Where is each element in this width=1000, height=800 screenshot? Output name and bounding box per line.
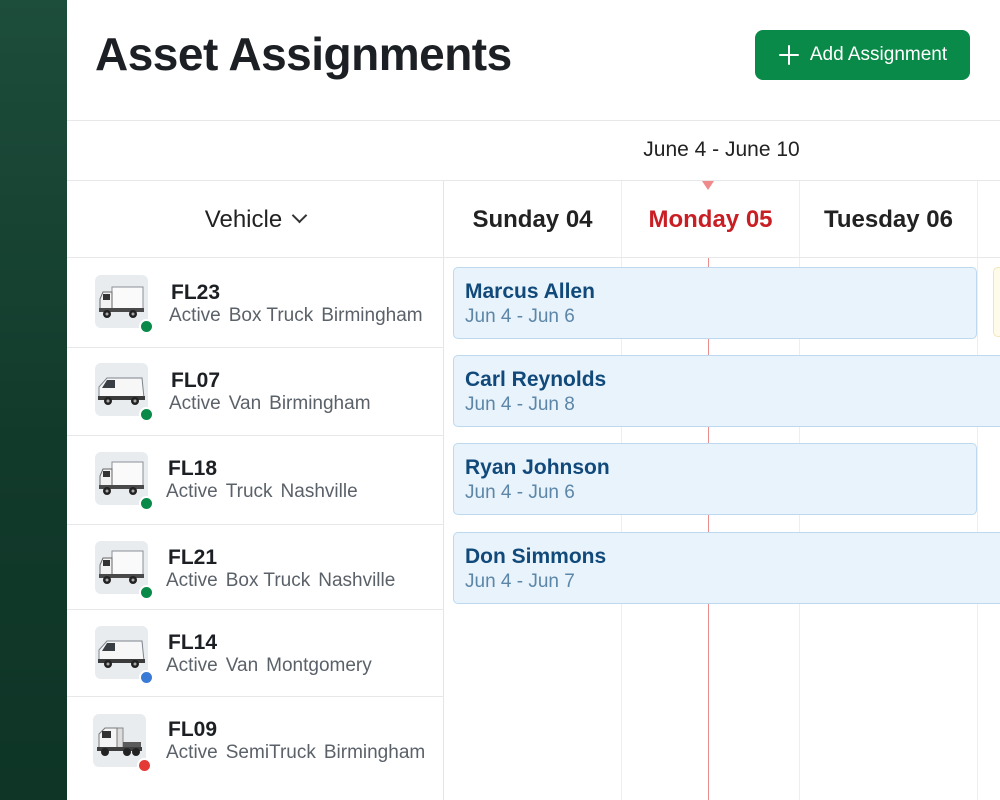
- column-divider: [443, 181, 444, 800]
- vehicle-type: Van: [225, 655, 259, 676]
- status-dot: [139, 496, 154, 511]
- assignment-driver: Marcus Allen: [465, 280, 595, 303]
- vehicle-status: Active: [166, 655, 218, 676]
- vehicle-id: FL21: [168, 546, 218, 569]
- main-panel: Asset Assignments Add Assignment June 4 …: [67, 0, 1000, 800]
- assignment-dates: Jun 4 - Jun 8: [465, 394, 575, 415]
- vehicle-row[interactable]: FL14 Active Van Montgomery: [67, 610, 443, 696]
- vehicle-type: Box Truck: [228, 305, 314, 326]
- vehicle-type: Truck: [225, 481, 273, 502]
- vehicle-location: Montgomery: [266, 655, 372, 676]
- page-title: Asset Assignments: [95, 28, 512, 80]
- vehicle-location: Birmingham: [321, 305, 423, 326]
- vehicle-id: FL07: [171, 369, 221, 392]
- vehicle-row[interactable]: FL18 Active Truck Nashville: [67, 436, 443, 524]
- box-truck-icon: [95, 541, 154, 600]
- assignment-bar[interactable]: Don Simmons Jun 4 - Jun 7: [453, 532, 1000, 604]
- week-range: June 4 - June 10: [643, 138, 800, 161]
- assignment-driver: Carl Reynolds: [465, 368, 607, 391]
- assignment-driver: Don Simmons: [465, 545, 607, 568]
- vehicle-location: Birmingham: [269, 393, 371, 414]
- vehicle-id: FL14: [168, 631, 218, 654]
- assignment-dates: Jun 4 - Jun 6: [465, 482, 575, 503]
- vehicle-status: Active: [166, 742, 218, 763]
- day-header-monday[interactable]: Monday 05: [622, 181, 799, 258]
- status-dot: [139, 407, 154, 422]
- plus-icon: [778, 44, 800, 66]
- assignment-bar-partial[interactable]: [993, 267, 1000, 337]
- van-icon: [95, 626, 154, 685]
- assignment-dates: Jun 4 - Jun 6: [465, 306, 575, 327]
- box-truck-icon: [95, 275, 154, 334]
- van-icon: [95, 363, 154, 422]
- assignment-dates: Jun 4 - Jun 7: [465, 571, 575, 592]
- box-truck-icon: [95, 452, 154, 511]
- assignment-driver: Ryan Johnson: [465, 456, 610, 479]
- vehicle-meta: Active Box Truck Nashville: [166, 570, 403, 592]
- vehicle-meta: Active Van Birmingham: [169, 393, 379, 415]
- vehicle-status: Active: [169, 393, 221, 414]
- assignment-bar[interactable]: Ryan Johnson Jun 4 - Jun 6: [453, 443, 977, 515]
- vehicle-type: Van: [228, 393, 262, 414]
- vehicle-id: FL23: [171, 281, 221, 304]
- vehicle-status: Active: [166, 570, 218, 591]
- vehicle-row[interactable]: FL09 Active SemiTruck Birmingham: [67, 697, 443, 800]
- vehicle-id: FL18: [168, 457, 218, 480]
- status-dot: [139, 319, 154, 334]
- today-marker-icon: [702, 181, 714, 190]
- vehicle-sort-header[interactable]: Vehicle: [67, 181, 443, 258]
- vehicle-row[interactable]: FL21 Active Box Truck Nashville: [67, 525, 443, 609]
- add-assignment-label: Add Assignment: [809, 44, 948, 65]
- semi-truck-icon: [93, 714, 152, 773]
- vehicle-type: SemiTruck: [225, 742, 316, 763]
- status-dot: [137, 758, 152, 773]
- assignment-bar[interactable]: Marcus Allen Jun 4 - Jun 6: [453, 267, 977, 339]
- status-dot: [139, 585, 154, 600]
- sidebar: [0, 0, 67, 800]
- add-assignment-button[interactable]: Add Assignment: [755, 30, 970, 80]
- vehicle-meta: Active Box Truck Birmingham: [169, 305, 431, 327]
- vehicle-row[interactable]: FL07 Active Van Birmingham: [67, 348, 443, 435]
- vehicle-location: Nashville: [318, 570, 396, 591]
- status-dot: [139, 670, 154, 685]
- vehicle-location: Birmingham: [323, 742, 426, 763]
- vehicle-status: Active: [166, 481, 218, 502]
- day-header-tuesday[interactable]: Tuesday 06: [800, 181, 977, 258]
- day-header-sunday[interactable]: Sunday 04: [444, 181, 621, 258]
- vehicle-id: FL09: [168, 718, 218, 741]
- divider: [67, 120, 1000, 121]
- assignment-bar[interactable]: Carl Reynolds Jun 4 - Jun 8: [453, 355, 1000, 427]
- vehicle-location: Nashville: [280, 481, 358, 502]
- vehicle-row[interactable]: FL23 Active Box Truck Birmingham: [67, 258, 443, 347]
- chevron-down-icon: [291, 207, 308, 224]
- vehicle-meta: Active Van Montgomery: [166, 655, 380, 677]
- vehicle-status: Active: [169, 305, 221, 326]
- vehicle-meta: Active Truck Nashville: [166, 481, 366, 503]
- vehicle-header-label: Vehicle: [204, 205, 283, 233]
- vehicle-type: Box Truck: [225, 570, 311, 591]
- current-time-line: [708, 258, 709, 800]
- day-divider: [977, 181, 978, 800]
- vehicle-meta: Active SemiTruck Birmingham: [166, 742, 433, 764]
